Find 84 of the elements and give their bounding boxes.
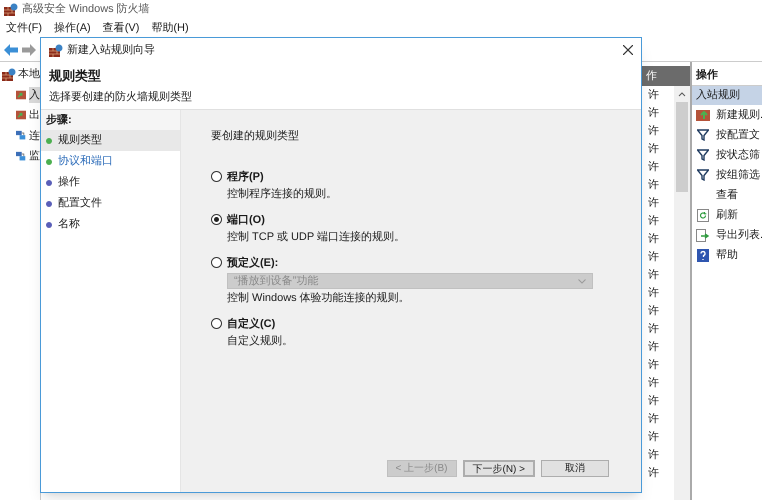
action-link[interactable]: 按组筛选 <box>716 166 760 184</box>
scrollbar[interactable] <box>674 86 690 500</box>
table-cell-text: 许 <box>648 88 660 103</box>
action-link[interactable]: 新建规则. <box>716 106 762 124</box>
firewall-icon <box>4 2 18 16</box>
action-link[interactable]: 刷新 <box>716 206 738 224</box>
firewall-icon <box>2 68 16 81</box>
prompt-text: 要创建的规则类型 <box>211 129 300 144</box>
option-description: 控制 Windows 体验功能连接的规则。 <box>227 290 411 306</box>
close-icon[interactable] <box>623 45 633 55</box>
computers-icon <box>16 150 26 163</box>
table-cell-text: 许 <box>648 412 660 427</box>
step-item[interactable]: 操作 <box>41 172 180 193</box>
export-icon <box>696 228 710 242</box>
option-label[interactable]: 端口(O) <box>227 212 265 228</box>
tree-item[interactable]: 出 <box>29 107 40 124</box>
firewall-icon <box>49 44 63 56</box>
radio-button[interactable] <box>211 171 222 182</box>
column-header[interactable]: 作 <box>646 68 670 84</box>
back-arrow-icon[interactable] <box>4 44 18 56</box>
step-item[interactable]: 协议和端口 <box>41 151 180 172</box>
radio-button[interactable] <box>211 318 222 330</box>
tree-item[interactable]: 入 <box>29 86 40 103</box>
table-cell-text: 许 <box>648 250 660 265</box>
table-cell-text: 许 <box>648 304 660 319</box>
filter-icon <box>697 169 709 181</box>
option-label[interactable]: 程序(P) <box>227 168 264 185</box>
action-link[interactable]: 查看 <box>716 186 738 204</box>
tree-item[interactable]: 连 <box>29 128 40 144</box>
table-cell-text: 许 <box>648 196 660 211</box>
table-cell-text: 许 <box>648 106 660 121</box>
window-title: 高级安全 Windows 防火墙 <box>22 2 150 17</box>
menu-item[interactable]: 文件(F) <box>4 20 44 36</box>
radio-button[interactable] <box>211 214 222 226</box>
table-cell-text: 许 <box>648 268 660 283</box>
wizard-button[interactable]: 取消 <box>541 460 609 477</box>
menu-item[interactable]: 操作(A) <box>52 20 93 36</box>
option-description: 控制程序连接的规则。 <box>227 186 338 202</box>
table-cell-text: 许 <box>648 340 660 355</box>
table-cell-text: 许 <box>648 322 660 337</box>
scrollbar-thumb[interactable] <box>676 102 688 192</box>
refresh-icon <box>697 208 709 222</box>
table-cell-text: 许 <box>648 394 660 409</box>
table-cell-text: 许 <box>648 448 660 463</box>
table-cell-text: 许 <box>648 466 660 481</box>
step-item[interactable]: 配置文件 <box>41 193 180 214</box>
table-cell-text: 许 <box>648 160 660 175</box>
action-link[interactable]: 按状态筛 <box>716 146 760 164</box>
table-cell-text: 许 <box>648 214 660 229</box>
action-link[interactable]: 导出列表. <box>716 226 762 244</box>
filter-icon <box>697 149 709 161</box>
option-description: 自定义规则。 <box>227 334 294 349</box>
tree-item[interactable]: 监 <box>29 148 40 164</box>
table-cell-text: 许 <box>648 358 660 373</box>
action-link[interactable]: 帮助 <box>716 246 738 264</box>
table-cell-text: 许 <box>648 142 660 157</box>
table-cell-text: 许 <box>648 232 660 247</box>
computers-icon <box>16 129 26 142</box>
tree-item[interactable]: 本地 <box>18 66 40 82</box>
menu-item[interactable]: 查看(V) <box>100 20 142 36</box>
menu-item[interactable]: 帮助(H) <box>149 20 191 36</box>
table-cell-text: 许 <box>648 430 660 445</box>
action-link[interactable]: 按配置文 <box>716 126 760 144</box>
filter-icon <box>697 129 709 141</box>
page-subheading: 选择要创建的防火墙规则类型 <box>49 90 193 104</box>
step-item[interactable]: 规则类型 <box>41 130 180 151</box>
steps-title: 步骤: <box>41 110 180 130</box>
option-label[interactable]: 预定义(E): <box>227 254 278 271</box>
dialog-title: 新建入站规则向导 <box>67 42 155 58</box>
page-heading: 规则类型 <box>49 67 102 85</box>
forward-arrow-icon[interactable] <box>22 44 36 56</box>
section-header[interactable]: 入站规则 <box>692 86 762 105</box>
step-item[interactable]: 名称 <box>41 214 180 235</box>
caret-icon <box>578 278 586 284</box>
table-cell-text: 许 <box>648 178 660 193</box>
option-description: 控制 TCP 或 UDP 端口连接的规则。 <box>227 230 406 245</box>
radio-button[interactable] <box>211 257 222 268</box>
table-cell-text: 许 <box>648 286 660 301</box>
scroll-up-icon[interactable] <box>678 90 686 98</box>
table-cell-text: 许 <box>648 376 660 391</box>
option-label[interactable]: 自定义(C) <box>227 316 276 332</box>
help-icon <box>697 248 709 262</box>
wizard-button[interactable]: 下一步(N) > <box>462 460 535 477</box>
table-cell-text: 许 <box>648 124 660 139</box>
